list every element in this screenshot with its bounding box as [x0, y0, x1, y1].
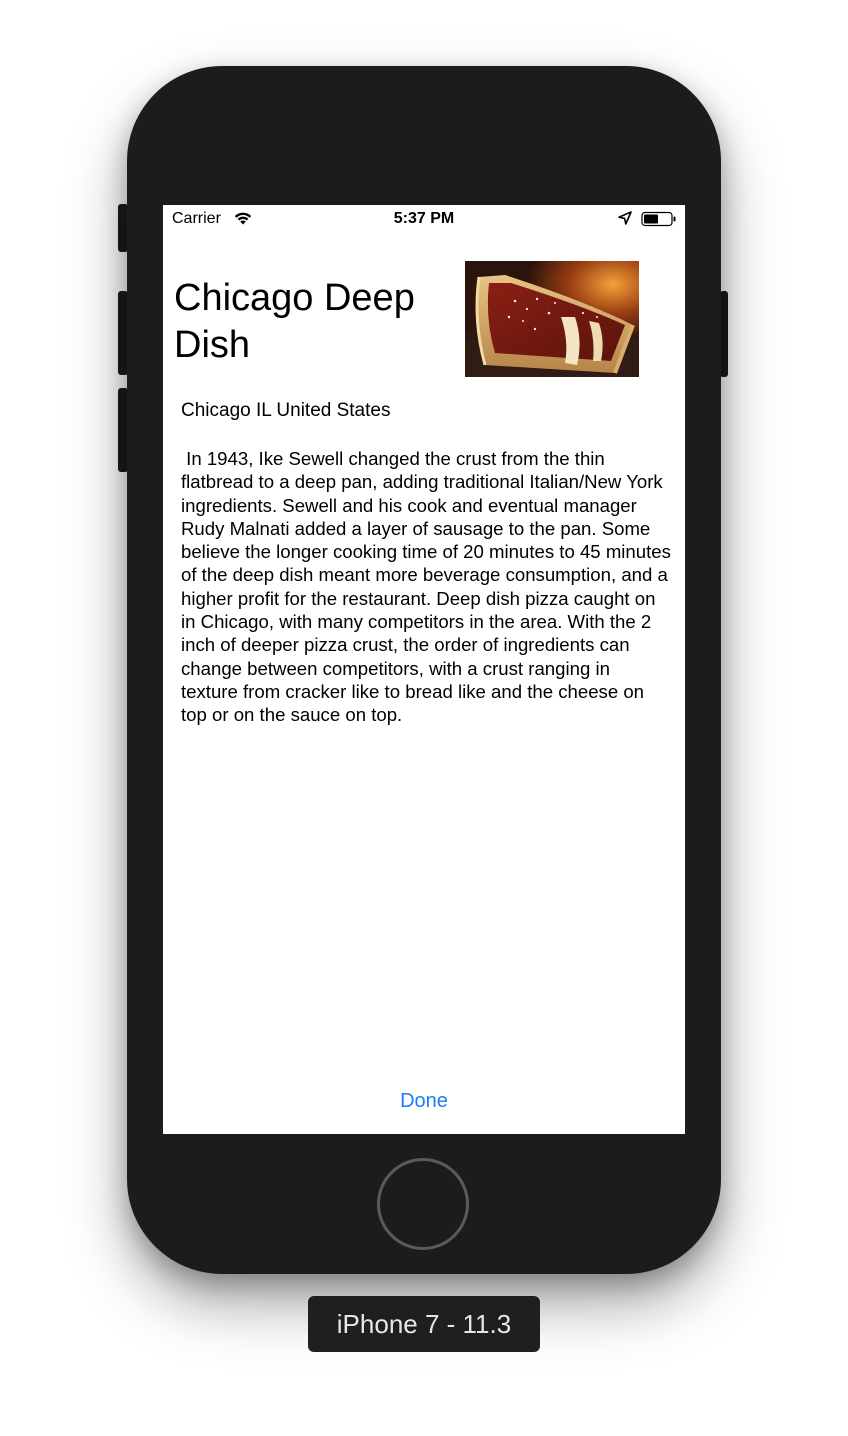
phone-screen: Carrier 5:37 PM Chicago Deep Dish Chicag… — [163, 205, 685, 1134]
device-label: iPhone 7 - 11.3 — [308, 1296, 540, 1352]
status-time: 5:37 PM — [393, 210, 455, 227]
deep-dish-pizza-photo — [465, 261, 639, 377]
home-button[interactable] — [377, 1158, 469, 1250]
battery-icon — [641, 211, 676, 227]
status-bar: Carrier 5:37 PM — [163, 205, 685, 233]
power-button — [720, 291, 728, 377]
location-arrow-icon — [618, 211, 632, 225]
simulator-window: Carrier 5:37 PM Chicago Deep Dish Chicag… — [0, 0, 848, 1436]
page-title: Chicago Deep Dish — [174, 277, 415, 366]
location-label: Chicago IL United States — [181, 400, 391, 421]
done-button[interactable]: Done — [163, 1090, 685, 1113]
description-text: In 1943, Ike Sewell changed the crust fr… — [181, 448, 677, 726]
